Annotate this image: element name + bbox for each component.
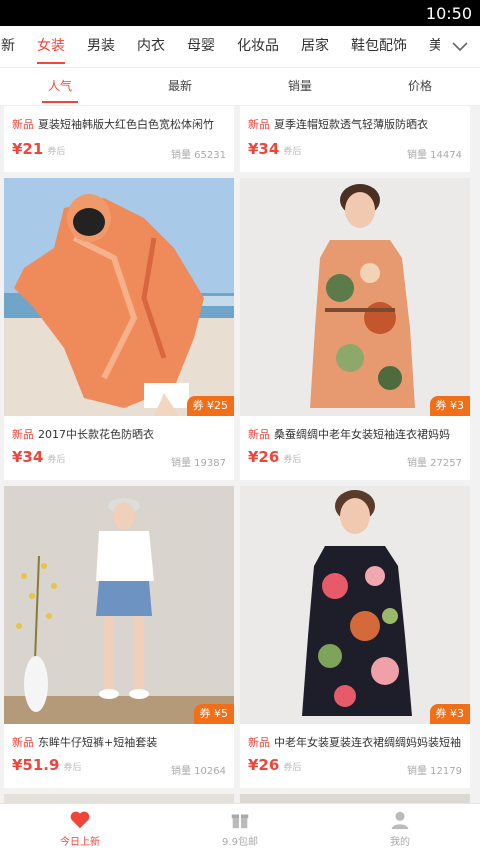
product-title: 新品 夏季连帽短款透气轻薄版防晒衣 xyxy=(248,118,428,131)
category-tab[interactable]: 新 xyxy=(1,26,15,67)
tab-label: 今日上新 xyxy=(60,837,100,848)
sort-bar: 人气 最新 销量 价格 xyxy=(0,68,480,106)
product-title: 新品 东眸牛仔短裤+短袖套装 xyxy=(12,736,158,749)
heart-icon xyxy=(70,811,90,829)
product-sales: 销量 12179 xyxy=(407,766,462,777)
product-price: ¥34 券后 xyxy=(248,140,302,158)
product-price: ¥26 券后 xyxy=(248,756,302,774)
product-card[interactable]: 券 ¥25 新品 2017中长款花色防晒衣 ¥34 券后 销量 19387 xyxy=(4,178,234,480)
coupon-badge: 券 ¥3 xyxy=(429,704,470,724)
product-card[interactable]: 券 ¥3 新品 桑蚕绸绸中老年女装短袖连衣裙妈妈 ¥26 券后 销量 27257 xyxy=(240,178,470,480)
product-title: 新品 2017中长款花色防晒衣 xyxy=(12,428,154,441)
tab-today-new[interactable]: 今日上新 xyxy=(0,804,160,853)
category-tab[interactable]: 内衣 xyxy=(137,26,165,67)
status-bar: 10:50 xyxy=(0,0,480,26)
bottom-tab-bar: 今日上新 9.9包邮 我的 xyxy=(0,803,480,853)
category-tabs: 新 女装 男装 内衣 母婴 化妆品 居家 鞋包配饰 美食 xyxy=(0,26,480,68)
product-feed[interactable]: 新品 夏装短袖韩版大红色白色宽松体闲竹 ¥21 券后 销量 65231 新品 夏季连帽… xyxy=(0,106,480,803)
tab-label: 我的 xyxy=(390,837,410,848)
product-title: 新品 夏装短袖韩版大红色白色宽松体闲竹 xyxy=(12,118,214,131)
coupon-badge: 券 ¥3 xyxy=(429,396,470,416)
product-title: 新品 中老年女装夏装连衣裙绸绸妈妈装短袖 xyxy=(248,736,461,749)
product-card[interactable]: 券 ¥3 新品 中老年女装夏装连衣裙绸绸妈妈装短袖 ¥26 券后 销量 12179 xyxy=(240,486,470,788)
tab-profile[interactable]: 我的 xyxy=(320,804,480,853)
sort-popularity[interactable]: 人气 xyxy=(0,68,120,105)
chevron-down-icon[interactable] xyxy=(440,26,480,67)
product-card[interactable]: 新品 夏装短袖韩版大红色白色宽松体闲竹 ¥21 券后 销量 65231 xyxy=(4,106,234,172)
category-tab[interactable]: 鞋包配饰 xyxy=(351,26,407,67)
product-card-peek[interactable] xyxy=(4,794,234,803)
category-tab[interactable]: 居家 xyxy=(301,26,329,67)
tab-label: 9.9包邮 xyxy=(222,837,258,848)
category-tab-active[interactable]: 女装 xyxy=(37,26,65,67)
sort-sales[interactable]: 销量 xyxy=(240,68,360,105)
product-sales: 销量 19387 xyxy=(171,458,226,469)
product-title: 新品 桑蚕绸绸中老年女装短袖连衣裙妈妈 xyxy=(248,428,450,441)
product-price: ¥26 券后 xyxy=(248,448,302,466)
product-card[interactable]: 新品 夏季连帽短款透气轻薄版防晒衣 ¥34 券后 销量 14474 xyxy=(240,106,470,172)
category-tab[interactable]: 母婴 xyxy=(187,26,215,67)
product-sales: 销量 10264 xyxy=(171,766,226,777)
product-image: 券 ¥25 xyxy=(4,178,234,416)
coupon-badge: 券 ¥25 xyxy=(186,396,234,416)
user-icon xyxy=(391,811,409,830)
product-price: ¥21 券后 xyxy=(12,140,66,158)
product-image: 券 ¥5 xyxy=(4,486,234,724)
coupon-badge: 券 ¥5 xyxy=(193,704,234,724)
product-card-peek[interactable] xyxy=(240,794,470,803)
product-sales: 销量 65231 xyxy=(171,150,226,161)
product-sales: 销量 14474 xyxy=(407,150,462,161)
product-card[interactable]: 券 ¥5 新品 东眸牛仔短裤+短袖套装 ¥51.9 券后 销量 10264 xyxy=(4,486,234,788)
gift-icon xyxy=(231,814,249,829)
category-tab[interactable]: 化妆品 xyxy=(237,26,279,67)
product-price: ¥34 券后 xyxy=(12,448,66,466)
product-image: 券 ¥3 xyxy=(240,178,470,416)
product-price: ¥51.9 券后 xyxy=(12,756,82,774)
tab-free-shipping[interactable]: 9.9包邮 xyxy=(160,804,320,853)
product-sales: 销量 27257 xyxy=(407,458,462,469)
product-image: 券 ¥3 xyxy=(240,486,470,724)
category-tab[interactable]: 男装 xyxy=(87,26,115,67)
status-time: 10:50 xyxy=(425,4,472,23)
sort-price[interactable]: 价格 xyxy=(360,68,480,105)
sort-newest[interactable]: 最新 xyxy=(120,68,240,105)
